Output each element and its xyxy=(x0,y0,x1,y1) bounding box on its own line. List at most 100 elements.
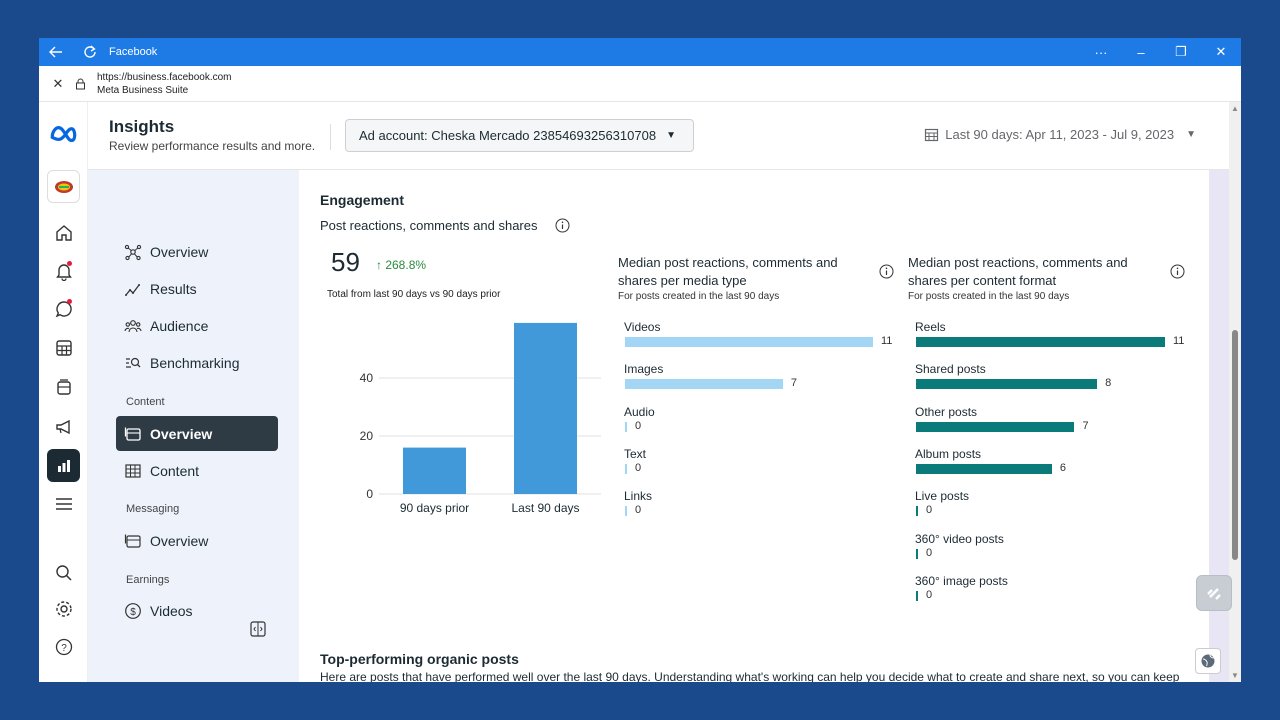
ad-account-label: Ad account: Cheska Mercado 2385469325631… xyxy=(359,128,657,143)
nav-content[interactable]: Content xyxy=(116,453,278,488)
info-icon[interactable] xyxy=(555,218,570,233)
bar-category-label: Reels xyxy=(915,320,946,334)
reactions-card-title: Post reactions, comments and shares xyxy=(320,218,538,233)
bar-value-label: 11 xyxy=(1173,335,1185,347)
scroll-up-icon[interactable]: ▲ xyxy=(1231,104,1239,113)
page-subtitle: Review performance results and more. xyxy=(109,139,316,153)
collapse-sidebar-icon[interactable] xyxy=(249,620,267,638)
insights-sidebar: Overview Results Audience Benchmarking C… xyxy=(88,170,299,682)
engagement-heading: Engagement xyxy=(320,192,405,208)
insights-chart-icon[interactable] xyxy=(47,449,80,482)
ads-megaphone-icon[interactable] xyxy=(47,410,80,443)
ad-account-dropdown[interactable]: Ad account: Cheska Mercado 2385469325631… xyxy=(345,119,694,152)
content-table-icon xyxy=(125,463,141,478)
bar-value-label: 0 xyxy=(635,504,642,517)
home-icon[interactable] xyxy=(47,216,80,249)
bar xyxy=(916,590,918,601)
settings-icon[interactable] xyxy=(47,592,80,625)
scrollbar-thumb[interactable] xyxy=(1232,330,1238,560)
y-tick-label: 0 xyxy=(366,487,373,501)
lock-icon xyxy=(69,78,91,90)
messages-icon[interactable] xyxy=(47,292,80,325)
bar-category-label: 360° video posts xyxy=(915,531,1004,546)
percent-change: ↑ 268.8% xyxy=(376,258,427,272)
section-messaging-heading: Messaging xyxy=(126,503,180,515)
menu-icon[interactable] xyxy=(47,487,80,520)
bar-value-label: 0 xyxy=(926,546,933,559)
content-overview-icon xyxy=(124,427,141,441)
restore-button[interactable]: ❐ xyxy=(1161,38,1201,66)
close-window-button[interactable]: ✕ xyxy=(1201,38,1241,66)
page-title: Insights xyxy=(109,117,175,136)
nav-messaging-overview[interactable]: Overview xyxy=(116,523,278,558)
info-icon[interactable] xyxy=(1170,264,1185,279)
bar-category-label: Images xyxy=(624,362,664,377)
minimize-button[interactable]: – xyxy=(1121,38,1161,66)
nav-results[interactable]: Results xyxy=(116,271,278,306)
benchmarking-icon xyxy=(126,357,141,368)
bar-value-label: 8 xyxy=(1105,377,1112,390)
nav-overview[interactable]: Overview xyxy=(116,234,278,269)
more-button[interactable]: ··· xyxy=(1081,38,1121,66)
nav-content-overview[interactable]: Overview xyxy=(116,416,278,451)
date-range-label: Last 90 days: Apr 11, 2023 - Jul 9, 2023 xyxy=(945,127,1175,142)
bar-category-label: Links xyxy=(624,489,653,504)
media-type-card-title: Median post reactions, comments and shar… xyxy=(618,254,838,290)
window-title: Facebook xyxy=(109,46,158,58)
bar xyxy=(916,379,1098,390)
site-name: Meta Business Suite xyxy=(97,84,189,96)
back-button[interactable] xyxy=(39,38,73,66)
bar-value-label: 0 xyxy=(635,419,642,432)
bar xyxy=(625,337,873,347)
search-icon[interactable] xyxy=(47,556,80,589)
url-display[interactable]: https://business.facebook.com Meta Busin… xyxy=(97,71,232,97)
nav-benchmarking[interactable]: Benchmarking xyxy=(116,345,278,380)
table-icon[interactable] xyxy=(47,331,80,364)
nav-messaging-overview-label: Overview xyxy=(150,532,209,549)
bar-category-label: Album posts xyxy=(915,446,982,461)
media-type-card-subtitle: For posts created in the last 90 days xyxy=(618,291,780,302)
bar-value-label: 7 xyxy=(790,377,797,390)
top-posts-description: Here are posts that have performed well … xyxy=(320,670,1180,682)
media-type-title-line2: shares per media type xyxy=(618,273,747,288)
bar-category-label: Shared posts xyxy=(915,362,986,377)
refresh-button[interactable] xyxy=(73,38,107,66)
messaging-overview-icon xyxy=(124,534,141,548)
audience-icon xyxy=(124,319,142,332)
nav-audience[interactable]: Audience xyxy=(116,308,278,343)
date-range-picker[interactable]: Last 90 days: Apr 11, 2023 - Jul 9, 2023… xyxy=(924,127,1196,142)
bar-category-label: 360° image posts xyxy=(915,573,1008,588)
notification-dot xyxy=(67,261,72,266)
bar-value-label: 0 xyxy=(926,504,933,517)
section-content-heading: Content xyxy=(126,396,165,408)
business-avatar-icon[interactable] xyxy=(47,170,80,203)
message-dot xyxy=(67,299,72,304)
meta-logo-icon[interactable] xyxy=(47,116,80,149)
top-posts-heading: Top-performing organic posts xyxy=(320,651,519,667)
y-tick-label: 40 xyxy=(360,371,374,385)
notifications-icon[interactable] xyxy=(47,254,80,287)
close-page-button[interactable]: ✕ xyxy=(47,76,69,92)
bar-category-label: Audio xyxy=(624,404,655,419)
comparison-note: Total from last 90 days vs 90 days prior xyxy=(327,289,501,300)
language-button[interactable] xyxy=(1195,648,1221,674)
bar-category-label: Videos xyxy=(624,320,661,334)
bar xyxy=(625,463,627,474)
scroll-down-icon[interactable]: ▼ xyxy=(1231,671,1239,680)
header-divider xyxy=(330,124,331,150)
bar xyxy=(625,421,627,432)
y-tick-label: 20 xyxy=(360,429,374,443)
bar xyxy=(916,463,1052,474)
bar-category-label: Live posts xyxy=(915,489,970,504)
url-text: https://business.facebook.com xyxy=(97,71,232,83)
bar xyxy=(916,548,918,559)
info-icon[interactable] xyxy=(879,264,894,279)
floating-action-button[interactable] xyxy=(1196,575,1232,611)
globe-icon xyxy=(1201,654,1215,668)
bar xyxy=(916,506,918,517)
total-value: 59 xyxy=(331,247,360,277)
nav-content-overview-label: Overview xyxy=(150,425,213,442)
help-icon[interactable]: ? xyxy=(47,630,80,663)
pages-icon[interactable] xyxy=(47,370,80,403)
date-caret-down-icon: ▼ xyxy=(1186,129,1196,140)
